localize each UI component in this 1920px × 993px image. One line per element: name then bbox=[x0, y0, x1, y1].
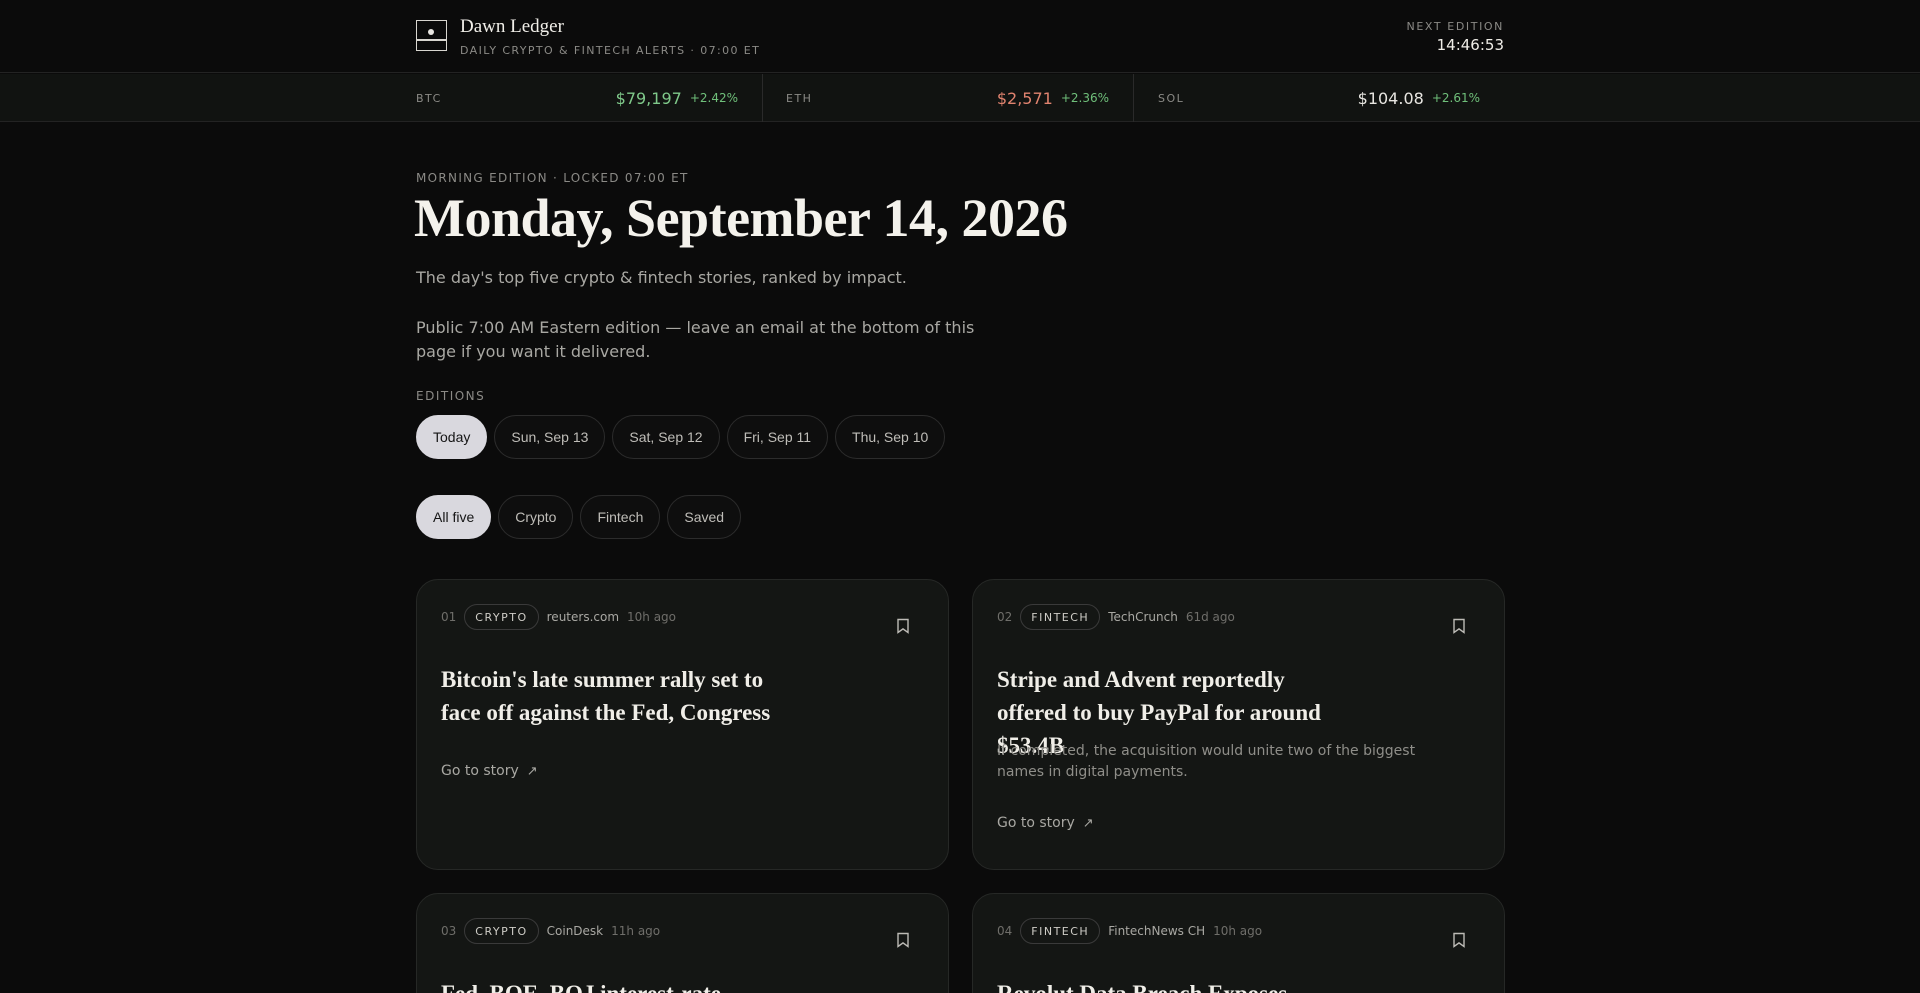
story-age: 10h ago bbox=[1213, 924, 1263, 938]
go-to-story-link[interactable]: Go to story ↗ bbox=[441, 763, 538, 779]
go-to-story-label: Go to story bbox=[441, 763, 519, 779]
edition-pill-sep-13[interactable]: Sun, Sep 13 bbox=[494, 415, 606, 459]
page-title: Monday, September 14, 2026 bbox=[414, 188, 1068, 248]
story-source: TechCrunch bbox=[1108, 610, 1178, 624]
story-title[interactable]: Bitcoin's late summer rally set to face … bbox=[441, 663, 801, 729]
filter-all[interactable]: All five bbox=[416, 495, 492, 539]
story-meta: 01 CRYPTO reuters.com 10h ago bbox=[441, 604, 676, 630]
ticker-symbol: ETH bbox=[786, 91, 813, 105]
filter-crypto[interactable]: Crypto bbox=[498, 495, 574, 539]
arrow-up-right-icon: ↗ bbox=[1082, 815, 1094, 831]
ticker-item-eth: ETH $2,571 +2.36% bbox=[786, 74, 1109, 122]
story-source: reuters.com bbox=[546, 610, 620, 624]
brand-name: Dawn Ledger bbox=[460, 16, 564, 37]
bookmark-icon[interactable] bbox=[896, 618, 910, 634]
filter-fintech[interactable]: Fintech bbox=[580, 495, 661, 539]
go-to-story-link[interactable]: Go to story ↗ bbox=[997, 815, 1094, 831]
next-edition-label: NEXT EDITION bbox=[1406, 20, 1504, 33]
ticker-divider bbox=[762, 74, 763, 122]
category-filter: All five Crypto Fintech Saved bbox=[416, 495, 742, 539]
story-rank: 04 bbox=[997, 924, 1013, 938]
filter-saved[interactable]: Saved bbox=[667, 495, 742, 539]
story-summary: If completed, the acquisition would unit… bbox=[997, 743, 1416, 780]
category-badge: CRYPTO bbox=[464, 918, 539, 944]
ledger-logo-icon bbox=[416, 20, 447, 51]
ticker-item-btc: BTC $79,197 +2.42% bbox=[416, 74, 738, 122]
ticker-item-sol: SOL $104.08 +2.61% bbox=[1158, 74, 1480, 122]
story-age: 11h ago bbox=[611, 924, 661, 938]
story-card[interactable]: 02 FINTECH TechCrunch 61d ago Stripe and… bbox=[972, 579, 1505, 870]
ticker-change: +2.61% bbox=[1431, 91, 1480, 105]
bookmark-icon[interactable] bbox=[896, 932, 910, 948]
story-age: 10h ago bbox=[627, 610, 677, 624]
editions-label: EDITIONS bbox=[416, 389, 486, 403]
page-lede: The day's top five crypto & fintech stor… bbox=[416, 268, 907, 287]
ticker-change: +2.42% bbox=[689, 91, 738, 105]
category-badge: FINTECH bbox=[1020, 918, 1101, 944]
story-title[interactable]: Revolut Data Breach Exposes bbox=[997, 977, 1357, 993]
story-card[interactable]: 04 FINTECH FintechNews CH 10h ago Revolu… bbox=[972, 893, 1505, 993]
edition-kicker: MORNING EDITION · LOCKED 07:00 ET bbox=[416, 171, 689, 185]
story-source: CoinDesk bbox=[546, 924, 604, 938]
top-bar: Dawn Ledger DAILY CRYPTO & FINTECH ALERT… bbox=[0, 0, 1920, 73]
bookmark-icon[interactable] bbox=[1452, 932, 1466, 948]
page-subtext: Public 7:00 AM Eastern edition — leave a… bbox=[416, 318, 975, 361]
ticker-change: +2.36% bbox=[1060, 91, 1109, 105]
edition-picker: Today Sun, Sep 13 Sat, Sep 12 Fri, Sep 1… bbox=[416, 415, 946, 459]
ticker-price: $2,571 bbox=[996, 88, 1053, 108]
edition-pill-sep-12[interactable]: Sat, Sep 12 bbox=[612, 415, 720, 459]
edition-pill-sep-11[interactable]: Fri, Sep 11 bbox=[726, 415, 829, 459]
ticker-divider bbox=[1133, 74, 1134, 122]
story-meta: 03 CRYPTO CoinDesk 11h ago bbox=[441, 918, 660, 944]
ticker-symbol: SOL bbox=[1158, 91, 1185, 105]
story-card[interactable]: 01 CRYPTO reuters.com 10h ago Bitcoin's … bbox=[416, 579, 949, 870]
arrow-up-right-icon: ↗ bbox=[526, 763, 538, 779]
category-badge: FINTECH bbox=[1020, 604, 1101, 630]
ticker-price: $79,197 bbox=[615, 88, 682, 108]
next-edition-countdown: 14:46:53 bbox=[1436, 36, 1504, 54]
story-meta: 02 FINTECH TechCrunch 61d ago bbox=[997, 604, 1235, 630]
category-badge: CRYPTO bbox=[464, 604, 539, 630]
story-rank: 03 bbox=[441, 924, 457, 938]
price-ticker: BTC $79,197 +2.42% ETH $2,571 +2.36% SOL… bbox=[0, 74, 1920, 122]
ticker-price: $104.08 bbox=[1357, 88, 1424, 108]
story-meta: 04 FINTECH FintechNews CH 10h ago bbox=[997, 918, 1262, 944]
next-edition: NEXT EDITION 14:46:53 bbox=[1407, 20, 1504, 54]
brand[interactable]: Dawn Ledger DAILY CRYPTO & FINTECH ALERT… bbox=[416, 16, 760, 57]
edition-pill-sep-10[interactable]: Thu, Sep 10 bbox=[835, 415, 946, 459]
bookmark-icon[interactable] bbox=[1452, 618, 1466, 634]
go-to-story-label: Go to story bbox=[997, 815, 1075, 831]
edition-pill-today[interactable]: Today bbox=[416, 415, 488, 459]
story-rank: 01 bbox=[441, 610, 457, 624]
ticker-symbol: BTC bbox=[416, 91, 442, 105]
story-title[interactable]: Fed, BOE, BOJ interest-rate bbox=[441, 977, 801, 993]
brand-tagline: DAILY CRYPTO & FINTECH ALERTS · 07:00 ET bbox=[460, 44, 761, 57]
story-source: FintechNews CH bbox=[1108, 924, 1206, 938]
story-rank: 02 bbox=[997, 610, 1013, 624]
story-age: 61d ago bbox=[1185, 610, 1235, 624]
story-card[interactable]: 03 CRYPTO CoinDesk 11h ago Fed, BOE, BOJ… bbox=[416, 893, 949, 993]
